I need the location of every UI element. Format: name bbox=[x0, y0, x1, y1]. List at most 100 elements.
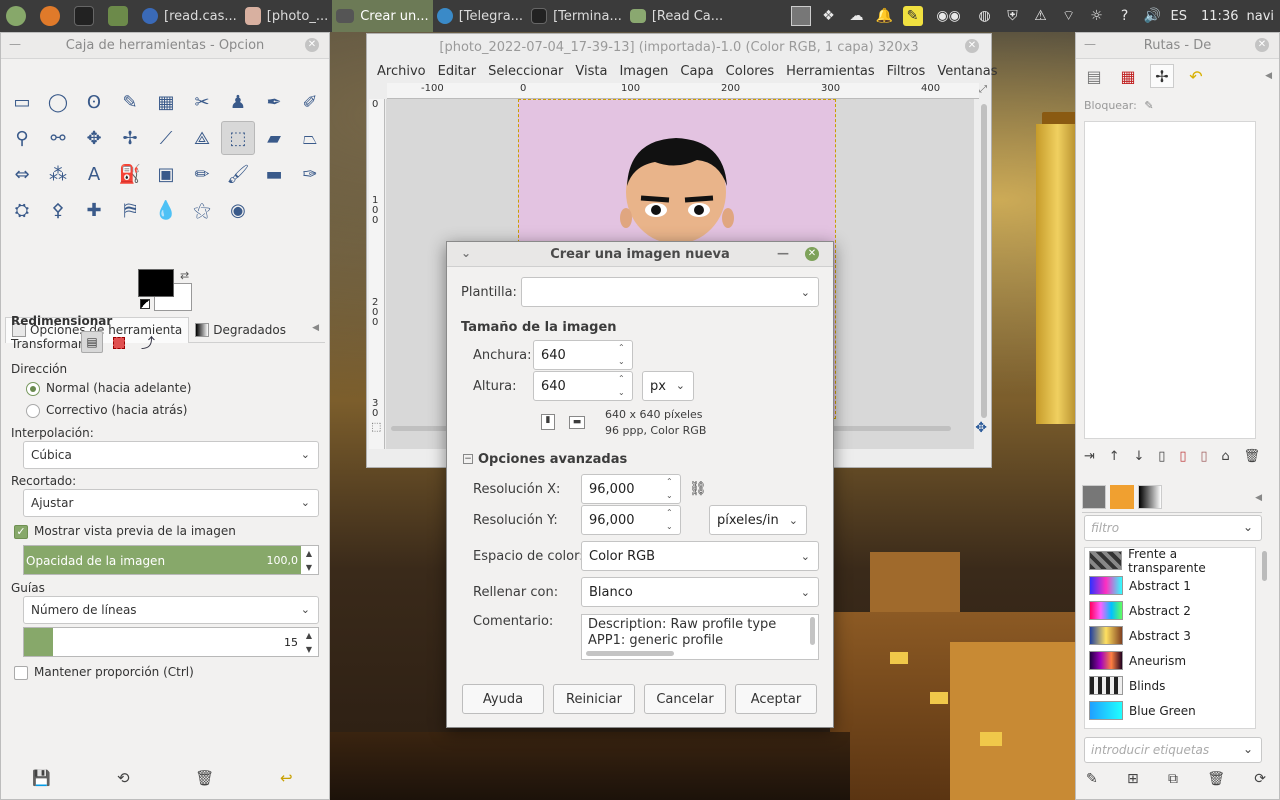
shield-icon[interactable]: ⛨ bbox=[1003, 6, 1023, 26]
tool-button[interactable]: ⚲ bbox=[5, 121, 39, 155]
tool-button[interactable]: ◯ bbox=[41, 85, 75, 119]
lock-path-icon[interactable]: ✎ bbox=[1144, 99, 1153, 112]
filter-input[interactable]: filtro ⌄ bbox=[1084, 515, 1262, 541]
transform-selection-icon[interactable] bbox=[113, 337, 125, 349]
taskbar-item-files[interactable] bbox=[104, 0, 138, 32]
chain-link-icon[interactable]: ⛓ bbox=[689, 482, 707, 496]
weather-icon[interactable]: ☁ bbox=[847, 6, 867, 26]
workspace-icon[interactable] bbox=[790, 6, 811, 26]
menu-item[interactable]: Herramientas bbox=[780, 64, 881, 79]
tool-button[interactable]: ⛿ bbox=[113, 193, 147, 227]
swap-colors-icon[interactable]: ⇄ bbox=[180, 269, 189, 282]
gradient-item[interactable]: Abstract 2 bbox=[1085, 598, 1255, 623]
tags-input[interactable]: introducir etiquetas ⌄ bbox=[1084, 737, 1262, 763]
menu-item[interactable]: Filtros bbox=[881, 64, 932, 79]
close-icon[interactable]: ✕ bbox=[1255, 38, 1269, 52]
taskbar-item-firefox[interactable] bbox=[36, 0, 70, 32]
paint-path-icon[interactable]: ⌂ bbox=[1221, 449, 1229, 471]
tool-button[interactable]: ◉ bbox=[221, 193, 255, 227]
gradients-icon[interactable] bbox=[1138, 485, 1162, 509]
tool-button[interactable]: ⟁ bbox=[185, 121, 219, 155]
reset-options-icon[interactable]: ↩ bbox=[276, 769, 296, 789]
comment-scrollbar[interactable] bbox=[810, 617, 815, 645]
taskbar-window-telegram[interactable]: [Telegra... bbox=[433, 0, 527, 32]
tool-button[interactable]: ✥ bbox=[77, 121, 111, 155]
gradient-item[interactable]: Frente a transparente bbox=[1085, 548, 1255, 575]
spin-arrows-icon[interactable]: ⌃ ⌄ bbox=[666, 477, 676, 501]
tool-button[interactable]: ⚴ bbox=[41, 193, 75, 227]
resolution-unit-select[interactable]: píxeles/in ⌄ bbox=[709, 505, 807, 535]
update-icon[interactable]: ⚠ bbox=[1031, 6, 1051, 26]
bell-icon[interactable]: 🔔 bbox=[875, 6, 895, 26]
gradient-item[interactable]: Aneurism bbox=[1085, 648, 1255, 673]
help-button[interactable]: Ayuda bbox=[462, 684, 544, 714]
tool-button[interactable]: ⟋ bbox=[149, 121, 183, 155]
tab-menu-icon[interactable]: ◀ bbox=[1265, 71, 1272, 81]
comment-textarea[interactable]: Description: Raw profile type APP1: gene… bbox=[581, 614, 819, 660]
lower-icon[interactable]: ↓ bbox=[1134, 449, 1145, 471]
tool-button[interactable]: ✑ bbox=[293, 157, 327, 191]
delete-options-icon[interactable]: 🗑 bbox=[195, 769, 215, 789]
fill-select[interactable]: Blanco ⌄ bbox=[581, 577, 819, 607]
patterns-icon[interactable] bbox=[1110, 485, 1134, 509]
minimize-icon[interactable]: — bbox=[777, 246, 789, 260]
layers-icon[interactable]: ▤ bbox=[1082, 64, 1106, 88]
resx-input[interactable]: 96,000 ⌃ ⌄ bbox=[581, 474, 681, 504]
navigate-icon[interactable]: ✥ bbox=[975, 420, 987, 436]
foreground-color-swatch[interactable] bbox=[138, 269, 174, 297]
eyes-icon[interactable]: ◉◉ bbox=[931, 6, 967, 26]
user-name[interactable]: navi bbox=[1246, 9, 1274, 24]
close-icon[interactable]: ✕ bbox=[965, 39, 979, 53]
collapse-icon[interactable]: − bbox=[463, 454, 473, 464]
spin-arrows-icon[interactable]: ▲ ▼ bbox=[302, 628, 316, 656]
taskbar-window-terminal[interactable]: [Termina... bbox=[527, 0, 626, 32]
taskbar-window-crear[interactable]: Crear un... bbox=[332, 0, 433, 32]
paths-list[interactable] bbox=[1084, 121, 1256, 439]
duplicate-gradient-icon[interactable]: ⧉ bbox=[1168, 771, 1178, 793]
menu-item[interactable]: Seleccionar bbox=[482, 64, 569, 79]
comment-hscrollbar[interactable] bbox=[586, 651, 674, 656]
menu-item[interactable]: Editar bbox=[432, 64, 483, 79]
chevron-down-icon[interactable]: ⌄ bbox=[461, 246, 471, 260]
tool-button[interactable]: ✂ bbox=[185, 85, 219, 119]
guides-select[interactable]: Número de líneas ⌄ bbox=[23, 596, 319, 624]
spin-arrows-icon[interactable]: ⌃ ⌄ bbox=[618, 374, 628, 398]
gradient-item[interactable]: Blinds bbox=[1085, 673, 1255, 698]
tool-button[interactable]: ⛽ bbox=[113, 157, 147, 191]
taskbar-window-read-cas[interactable]: [read.cas... bbox=[138, 0, 241, 32]
tool-button[interactable]: ⏢ bbox=[293, 121, 327, 155]
tool-button[interactable]: ⬚ bbox=[221, 121, 255, 155]
tab-menu-icon[interactable]: ◀ bbox=[312, 323, 319, 333]
colorspace-select[interactable]: Color RGB ⌄ bbox=[581, 541, 819, 571]
default-colors-icon[interactable] bbox=[140, 299, 150, 309]
resy-input[interactable]: 96,000 ⌃ ⌄ bbox=[581, 505, 681, 535]
quick-mask-icon[interactable]: ⬚ bbox=[371, 420, 381, 433]
edit-gradient-icon[interactable]: ✎ bbox=[1086, 771, 1098, 793]
taskbar-item-terminal[interactable] bbox=[70, 0, 104, 32]
gradient-item[interactable]: Blue Green bbox=[1085, 698, 1255, 723]
tool-button[interactable]: 🖌 bbox=[221, 157, 255, 191]
refresh-gradients-icon[interactable]: ⟳ bbox=[1254, 771, 1266, 793]
brushes-icon[interactable] bbox=[1082, 485, 1106, 509]
landscape-icon[interactable]: ▬ bbox=[569, 416, 585, 429]
minimize-icon[interactable]: — bbox=[1084, 37, 1096, 51]
taskbar-window-readca[interactable]: [Read Ca... bbox=[626, 0, 727, 32]
zoom-toggle-icon[interactable]: ⤢ bbox=[979, 84, 987, 95]
transform-layer-icon[interactable]: ▤ bbox=[81, 331, 103, 353]
tool-button[interactable]: ⛭ bbox=[5, 193, 39, 227]
help-icon[interactable]: ? bbox=[1115, 6, 1135, 26]
close-icon[interactable]: ✕ bbox=[805, 247, 819, 261]
image-opacity-slider[interactable]: Opacidad de la imagen 100,0 ▲ ▼ bbox=[23, 545, 319, 575]
wifi-icon[interactable]: ⌔ bbox=[1059, 6, 1079, 26]
gradient-item[interactable]: Abstract 3 bbox=[1085, 623, 1255, 648]
taskbar-window-photo[interactable]: [photo_... bbox=[241, 0, 332, 32]
reset-button[interactable]: Reiniciar bbox=[553, 684, 635, 714]
tool-button[interactable]: ⚯ bbox=[41, 121, 75, 155]
tool-button[interactable]: ⁂ bbox=[41, 157, 75, 191]
selection-to-path-icon[interactable]: ▯ bbox=[1200, 449, 1207, 471]
tab-gradients[interactable]: Degradados bbox=[189, 317, 292, 343]
new-gradient-icon[interactable]: ⊞ bbox=[1127, 771, 1139, 793]
undo-history-icon[interactable]: ↶ bbox=[1184, 64, 1208, 88]
tool-button[interactable]: ♟ bbox=[221, 85, 255, 119]
tool-button[interactable]: ʘ bbox=[77, 85, 111, 119]
